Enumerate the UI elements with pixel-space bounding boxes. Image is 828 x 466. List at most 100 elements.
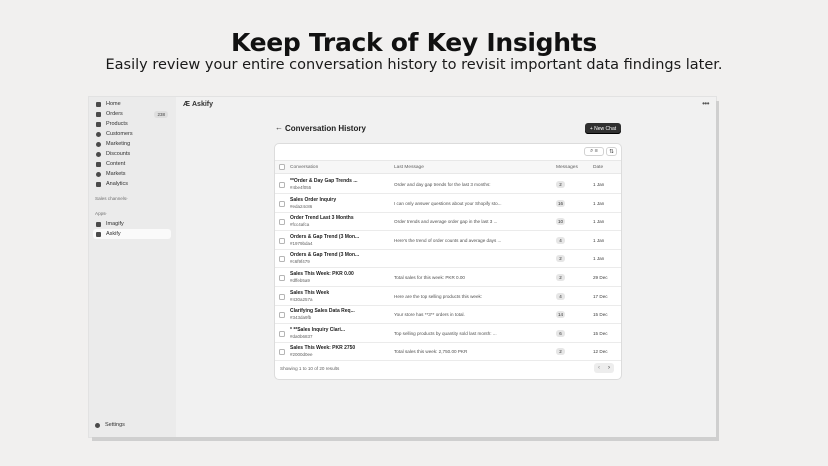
conversation-title[interactable]: Sales This Week: PKR 0.00: [290, 271, 354, 277]
last-message: Order and day gap trends for the last 3 …: [394, 182, 491, 187]
grid-icon: [96, 221, 101, 227]
sales-channels-label: Sales channels: [95, 196, 127, 201]
sidebar-item-label: Marketing: [106, 141, 131, 147]
row-checkbox[interactable]: [279, 312, 285, 319]
sidebar-item-home[interactable]: Home: [93, 99, 171, 109]
discount-icon: [96, 151, 101, 157]
message-count-badge: 2: [556, 274, 565, 281]
last-message: Here are the top selling products this w…: [394, 293, 483, 299]
conversation-title[interactable]: Orders & Gap Trend (3 Mon...: [290, 234, 359, 240]
row-checkbox[interactable]: [279, 237, 285, 244]
header-date[interactable]: Date: [593, 165, 603, 170]
sidebar-item-label: Askify: [106, 231, 121, 237]
header-conversation[interactable]: Conversation: [290, 165, 318, 170]
table-row[interactable]: Orders & Gap Trend (3 Mon... #c6f9f479 2 1 …: [275, 249, 621, 269]
conversation-id: #430a257a: [290, 296, 313, 302]
sidebar-item-products[interactable]: Products: [93, 119, 171, 129]
sidebar-item-marketing[interactable]: Marketing: [93, 139, 171, 149]
sidebar-item-orders[interactable]: Orders 238: [93, 109, 171, 119]
row-checkbox[interactable]: [279, 256, 285, 263]
sort-button[interactable]: ⇅: [606, 147, 617, 156]
conversation-date: 1 Jan: [593, 237, 605, 243]
next-page-button[interactable]: ›: [604, 363, 614, 373]
previous-page-button[interactable]: ‹: [594, 363, 604, 373]
select-all-checkbox[interactable]: [279, 164, 285, 170]
sidebar-item-customers[interactable]: Customers: [93, 129, 171, 139]
sidebar-item-label: Customers: [106, 131, 133, 137]
sidebar-item-discounts[interactable]: Discounts: [93, 149, 171, 159]
row-checkbox[interactable]: [279, 330, 285, 337]
app-name: Askify: [192, 101, 214, 108]
conversation-title[interactable]: Order Trend Last 3 Months: [290, 215, 354, 221]
row-checkbox[interactable]: [279, 200, 285, 207]
table-row[interactable]: Sales This Week #430a257a Here are the top…: [275, 287, 621, 306]
conversation-title[interactable]: Clarifying Sales Data Req...: [290, 308, 355, 314]
row-checkbox[interactable]: [279, 219, 285, 226]
hero-title: Keep Track of Key Insights: [230, 28, 598, 57]
home-icon: [96, 101, 101, 107]
conversation-id: #c6f9f479: [290, 259, 310, 265]
conversation-title[interactable]: Orders & Gap Trend (3 Mon...: [290, 252, 359, 258]
sidebar-item-label: Discounts: [106, 151, 131, 157]
sidebar-item-analytics[interactable]: Analytics: [93, 179, 171, 189]
conversation-title[interactable]: Sales This Week: PKR 2750: [290, 345, 355, 351]
table-row[interactable]: * **Sales Inquiry Clari... #da0b6837 Top s…: [275, 324, 621, 343]
last-message: Total sales this week: 2,750.00 PKR: [394, 349, 468, 355]
last-message: I can only answer questions about your S…: [394, 200, 502, 206]
table-row[interactable]: Order Trend Last 3 Months #fcc4afca Order …: [275, 212, 621, 232]
conversation-id: #343da9fb: [290, 315, 312, 321]
message-count-badge: 2: [556, 255, 565, 263]
conversation-title[interactable]: Sales Order Inquiry: [290, 197, 336, 203]
person-icon: [96, 131, 101, 137]
table-row[interactable]: Sales Order Inquiry #eda24c86 I can only a…: [275, 194, 621, 213]
chevron-right-icon[interactable]: ›: [105, 211, 107, 216]
conversation-id: #1979bda4: [290, 240, 313, 246]
conversation-date: 15 Dec: [593, 330, 608, 336]
message-count-badge: 4: [556, 236, 565, 244]
more-icon[interactable]: •••: [702, 99, 709, 108]
table-row[interactable]: Orders & Gap Trend (3 Mon... #1979bda4 Her…: [275, 231, 621, 250]
conversation-title[interactable]: Sales This Week: [290, 290, 329, 296]
last-message: Order trends and average order gap in th…: [394, 219, 498, 225]
sidebar-item-label: Imagify: [106, 221, 124, 227]
row-checkbox[interactable]: [279, 275, 285, 281]
conversation-title[interactable]: * **Sales Inquiry Clari...: [290, 327, 345, 333]
sidebar-item-content[interactable]: Content: [93, 159, 171, 169]
table-row[interactable]: Sales This Week: PKR 0.00 #dffeb5a9 Total …: [275, 268, 621, 287]
sidebar-item-label: Markets: [106, 171, 126, 177]
row-checkbox[interactable]: [279, 349, 285, 356]
conversation-date: 1 Jan: [593, 256, 605, 262]
sidebar-item-askify[interactable]: Askify: [93, 229, 171, 239]
sidebar-item-label: Analytics: [106, 181, 129, 187]
table-row[interactable]: **Order & Day Gap Trends ... #4be4f055 Ord…: [275, 175, 621, 194]
header-last-message[interactable]: Last Message: [394, 165, 424, 170]
conversation-date: 12 Dec: [593, 349, 608, 355]
new-chat-button[interactable]: + New Chat: [585, 123, 621, 134]
message-count-badge: 2: [556, 348, 565, 356]
chevron-right-icon[interactable]: ›: [126, 196, 128, 201]
orders-count-badge: 238: [154, 110, 168, 118]
table-row[interactable]: Clarifying Sales Data Req... #343da9fb You…: [275, 305, 621, 325]
header-messages[interactable]: Messages: [556, 165, 578, 170]
conversation-date: 15 Dec: [593, 312, 608, 318]
sidebar-item-label: Home: [106, 101, 121, 107]
conversation-id: #dffeb5a9: [290, 278, 310, 283]
sidebar-item-settings[interactable]: Settings: [95, 422, 125, 428]
conversation-title[interactable]: **Order & Day Gap Trends ...: [290, 178, 358, 184]
tag-icon: [96, 121, 101, 127]
message-count-badge: 4: [556, 292, 565, 300]
page-title: Conversation History: [285, 124, 366, 133]
results-summary: Showing 1 to 10 of 20 results: [280, 366, 340, 371]
row-checkbox[interactable]: [279, 293, 285, 300]
back-arrow-icon[interactable]: ←: [275, 123, 283, 132]
search-filter-button[interactable]: ⌕ ≡: [584, 147, 604, 156]
row-checkbox[interactable]: [279, 182, 285, 188]
sidebar-item-imagify[interactable]: Imagify: [93, 219, 171, 229]
sidebar: Home Orders 238 Products Customers Market…: [89, 97, 176, 437]
last-message: Total sales for this week: PKR 0.00: [394, 275, 465, 280]
table-toolbar: ⌕ ≡ ⇅: [584, 147, 617, 156]
target-icon: [96, 141, 101, 147]
sidebar-item-markets[interactable]: Markets: [93, 169, 171, 179]
hero-subtitle: Easily review your entire conversation h…: [105, 57, 723, 73]
table-row[interactable]: Sales This Week: PKR 2750 #2000d0ee Total …: [275, 342, 621, 362]
